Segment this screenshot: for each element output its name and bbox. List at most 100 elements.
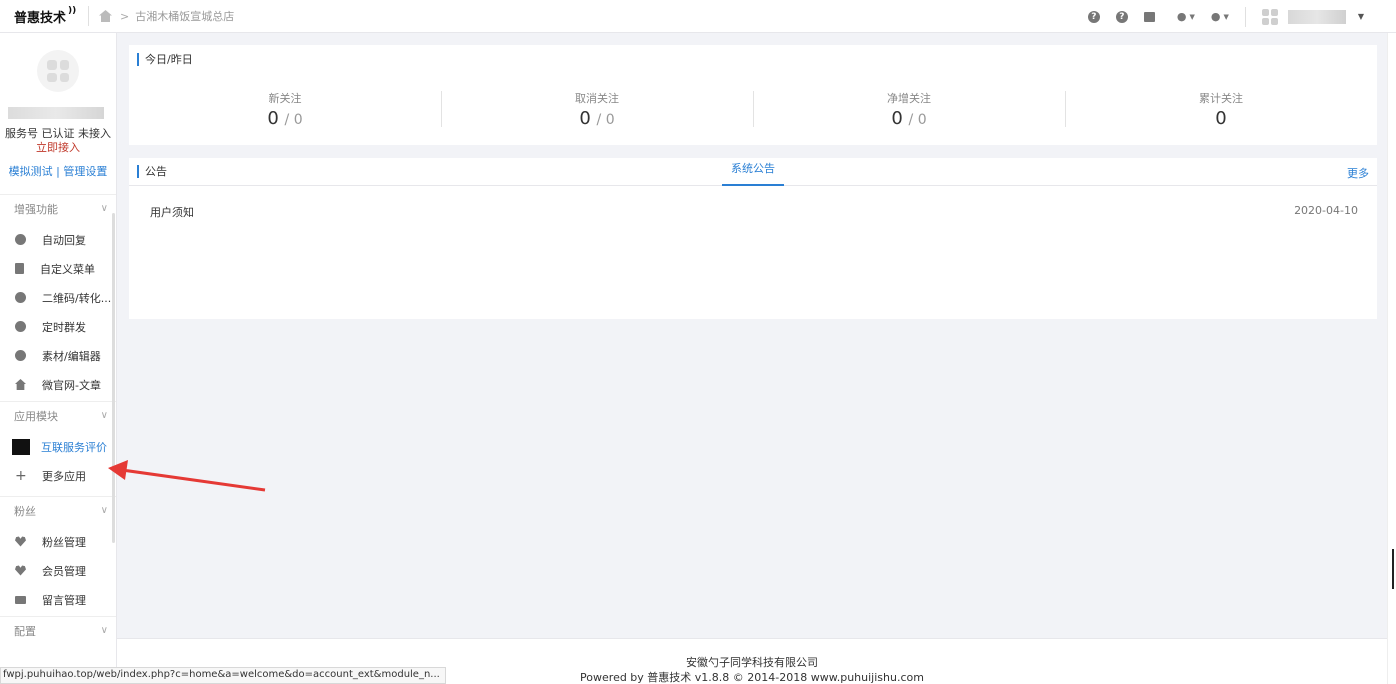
section-apps[interactable]: 应用模块 ∨ xyxy=(0,401,116,429)
notification-dropdown[interactable]: ● ▼ xyxy=(1177,10,1195,23)
account-links: 模拟测试 | 管理设置 xyxy=(0,165,116,179)
stat-today: 0 xyxy=(579,108,591,129)
link-separator: | xyxy=(52,165,64,178)
caret-down-icon: ▼ xyxy=(1223,12,1229,21)
sidebar-item-qrcode[interactable]: 二维码/转化... xyxy=(0,283,116,312)
stat-today: 0 xyxy=(267,108,279,129)
sidebar-item-label: 自定义菜单 xyxy=(40,262,95,276)
stat-today: 0 xyxy=(891,108,903,129)
stat-label: 净增关注 xyxy=(887,92,931,105)
section-config[interactable]: 配置 ∨ xyxy=(0,616,116,644)
signal-icon: )) xyxy=(68,6,77,16)
stat-label: 累计关注 xyxy=(1199,92,1243,105)
main-content: 今日/昨日 新关注 0 / 0 取消关注 0 / 0 净增关注 0 / 0 累计… xyxy=(117,33,1387,638)
brand-logo[interactable]: 普惠技术)) xyxy=(0,6,88,26)
chevron-down-icon: ∨ xyxy=(100,410,108,421)
clock-icon xyxy=(15,321,26,332)
notice-item-title[interactable]: 用户须知 xyxy=(150,204,194,220)
stat-yesterday: / 0 xyxy=(284,112,303,128)
sidebar-item-service-rating[interactable]: 互联服务评价 xyxy=(0,432,116,461)
home-icon[interactable] xyxy=(99,10,112,22)
help-icon[interactable]: ? xyxy=(1087,10,1100,23)
browser-status-url: fwpj.puhuihao.top/web/index.php?c=home&a… xyxy=(0,667,446,684)
stat-today: 0 xyxy=(1215,108,1227,129)
sidebar-item-custom-menu[interactable]: 自定义菜单 xyxy=(0,254,116,283)
panel-title: 公告 xyxy=(137,165,167,178)
stat-net-follow: 净增关注 0 / 0 xyxy=(753,90,1065,129)
sidebar-item-label: 会员管理 xyxy=(42,564,86,578)
stat-yesterday: / 0 xyxy=(596,112,615,128)
stats-row: 新关注 0 / 0 取消关注 0 / 0 净增关注 0 / 0 累计关注 0 xyxy=(129,90,1377,129)
panel-title: 今日/昨日 xyxy=(137,53,193,66)
sidebar-item-messages[interactable]: 留言管理 xyxy=(0,585,116,614)
section-fans[interactable]: 粉丝 ∨ xyxy=(0,496,116,524)
sidebar-item-label: 互联服务评价 xyxy=(41,440,107,454)
store-icon[interactable] xyxy=(1143,11,1155,22)
document-icon xyxy=(15,263,24,274)
mail-icon xyxy=(15,595,26,604)
sidebar-item-scheduled-send[interactable]: 定时群发 xyxy=(0,312,116,341)
caret-down-icon: ▼ xyxy=(1189,12,1195,21)
stat-value: 0 / 0 xyxy=(129,108,441,129)
sidebar-item-label: 更多应用 xyxy=(42,469,86,483)
section-title: 应用模块 xyxy=(14,409,58,423)
breadcrumb-store[interactable]: 古湘木桶饭宣城总店 xyxy=(135,8,234,24)
manage-settings-link[interactable]: 管理设置 xyxy=(63,165,107,178)
account-status-text: 服务号 已认证 未接入 xyxy=(5,127,111,140)
section-title: 配置 xyxy=(14,624,36,638)
house-icon xyxy=(15,379,26,390)
stat-unfollow: 取消关注 0 / 0 xyxy=(441,90,753,129)
sidebar-item-label: 定时群发 xyxy=(42,320,86,334)
stat-yesterday: / 0 xyxy=(908,112,927,128)
plus-icon: + xyxy=(15,467,27,484)
chevron-down-icon: ∨ xyxy=(100,625,108,636)
page-scrollbar[interactable] xyxy=(1387,33,1396,684)
account-status: 服务号 已认证 未接入 立即接入 xyxy=(0,127,116,155)
chevron-down-icon: ∨ xyxy=(100,505,108,516)
sidebar-item-fans[interactable]: 粉丝管理 xyxy=(0,527,116,556)
bell-icon: ● xyxy=(1176,10,1187,23)
account-avatar xyxy=(37,50,79,92)
qrcode-icon xyxy=(15,292,26,303)
more-link[interactable]: 更多 xyxy=(1347,165,1369,181)
chevron-right-icon: > xyxy=(120,9,130,23)
app-thumbnail xyxy=(12,438,30,455)
sidebar-item-micro-site[interactable]: 微官网-文章 xyxy=(0,370,116,399)
heart-icon xyxy=(15,536,26,547)
notice-panel: 公告 系统公告 更多 用户须知 2020-04-10 xyxy=(129,158,1377,319)
top-right-tools: ? ? ● ▼ ● ▼ ▼ xyxy=(1087,0,1396,33)
sidebar-item-label: 微官网-文章 xyxy=(42,378,101,392)
account-name-blurred[interactable] xyxy=(1287,9,1346,24)
section-title: 增强功能 xyxy=(14,202,58,216)
sidebar-item-auto-reply[interactable]: 自动回复 xyxy=(0,225,116,254)
connect-now-link[interactable]: 立即接入 xyxy=(36,141,80,154)
stat-label: 取消关注 xyxy=(575,92,619,105)
chevron-down-icon: ∨ xyxy=(100,203,108,214)
account-caret-icon[interactable]: ▼ xyxy=(1358,12,1364,21)
divider xyxy=(1244,6,1246,27)
sidebar-item-members[interactable]: 会员管理 xyxy=(0,556,116,585)
section-title: 粉丝 xyxy=(14,504,36,518)
breadcrumb: > 古湘木桶饭宣城总店 xyxy=(99,8,234,24)
stat-value: 0 xyxy=(1065,108,1377,129)
stat-new-follow: 新关注 0 / 0 xyxy=(129,90,441,129)
chat-bubble-icon xyxy=(15,234,26,245)
stat-value: 0 / 0 xyxy=(753,108,1065,129)
sidebar-scrollbar[interactable] xyxy=(112,213,115,543)
simulate-test-link[interactable]: 模拟测试 xyxy=(9,165,53,178)
sidebar-item-material-editor[interactable]: 素材/编辑器 xyxy=(0,341,116,370)
sidebar-item-more-apps[interactable]: + 更多应用 xyxy=(0,461,116,490)
sidebar-item-label: 留言管理 xyxy=(42,593,86,607)
tab-system-notice[interactable]: 系统公告 xyxy=(722,158,784,186)
user-dropdown[interactable]: ● ▼ xyxy=(1211,10,1229,23)
section-enhance[interactable]: 增强功能 ∨ xyxy=(0,194,116,222)
stat-label: 新关注 xyxy=(268,92,302,105)
account-avatar-small[interactable] xyxy=(1261,8,1278,25)
user-icon: ● xyxy=(1210,10,1221,23)
scrollbar-thumb[interactable] xyxy=(1392,549,1394,589)
sidebar-item-label: 自动回复 xyxy=(42,233,86,247)
question-icon[interactable]: ? xyxy=(1115,10,1128,23)
stat-total-follow: 累计关注 0 xyxy=(1065,90,1377,129)
stat-value: 0 / 0 xyxy=(441,108,753,129)
brand-logo-text: 普惠技术 xyxy=(14,10,67,26)
